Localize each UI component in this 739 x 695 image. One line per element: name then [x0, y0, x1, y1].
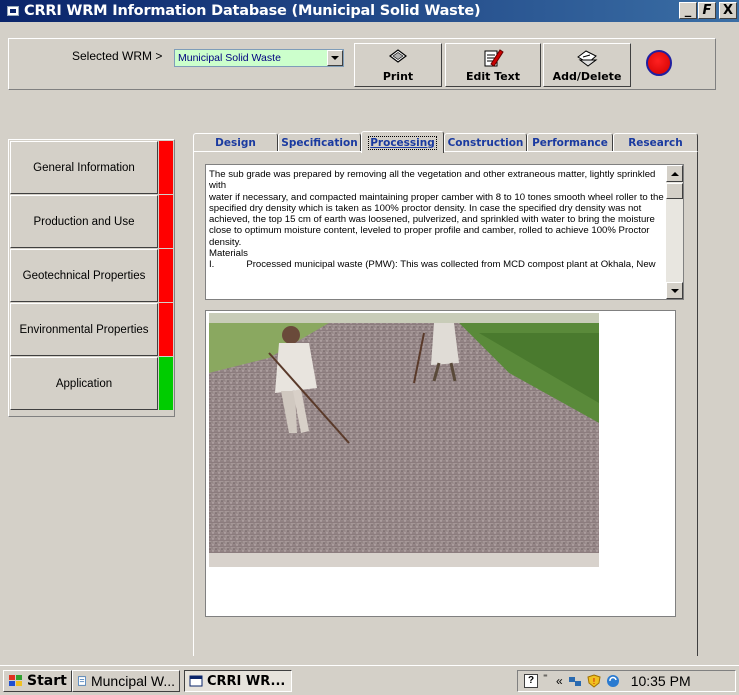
processing-text-area[interactable]: The sub grade was prepared by removing a…: [205, 164, 684, 300]
window-title-bar[interactable]: CRRI WRM Information Database (Municipal…: [0, 0, 739, 22]
tray-expand-icon[interactable]: «: [556, 674, 563, 688]
road-construction-photo: [209, 313, 599, 567]
print-button[interactable]: Print: [354, 43, 442, 87]
taskbar-item-municipal[interactable]: Muncipal W...: [72, 670, 180, 692]
status-indicator: [159, 303, 173, 356]
tab-label: Processing: [368, 135, 437, 150]
sidebar-item-production-and-use[interactable]: Production and Use: [10, 195, 174, 248]
processing-text: The sub grade was prepared by removing a…: [209, 169, 664, 271]
add-delete-icon: [577, 50, 598, 67]
edit-icon: [484, 49, 504, 67]
record-status-button[interactable]: [646, 50, 672, 76]
help-icon[interactable]: ?: [524, 674, 538, 688]
edit-text-button[interactable]: Edit Text: [445, 43, 541, 87]
add-delete-button[interactable]: Add/Delete: [543, 43, 631, 87]
tab-label: Research: [628, 136, 683, 149]
edit-text-label: Edit Text: [465, 70, 521, 83]
taskbar-item-label: Muncipal W...: [90, 673, 175, 689]
scroll-up-icon[interactable]: [666, 165, 683, 182]
sidebar-item-environmental-properties[interactable]: Environmental Properties: [10, 303, 174, 356]
wrm-select-value: Municipal Solid Waste: [178, 52, 281, 64]
svg-text:!: !: [592, 677, 595, 686]
sidebar-item-application[interactable]: Application: [10, 357, 174, 410]
clock: 10:35 PM: [630, 673, 691, 689]
chevron-down-icon[interactable]: [327, 50, 343, 66]
sync-icon[interactable]: [606, 674, 620, 688]
add-delete-label: Add/Delete: [552, 70, 622, 83]
window-title: CRRI WRM Information Database (Municipal…: [24, 3, 481, 19]
sidebar-item-label[interactable]: Geotechnical Properties: [10, 249, 158, 302]
status-indicator: [159, 249, 173, 302]
windows-logo-icon: [9, 675, 22, 686]
system-tray: ? ⁼ « ! 10:35 PM: [517, 670, 736, 692]
tab-specification[interactable]: Specification: [278, 133, 361, 151]
tab-strip: Design Specification Processing Construc…: [193, 131, 698, 153]
toolbar: Selected WRM > Municipal Solid Waste Pri…: [8, 38, 716, 90]
status-indicator: [159, 357, 173, 410]
taskbar-item-label: CRRI WR...: [207, 673, 286, 689]
sidebar: General Information Production and Use G…: [8, 139, 175, 417]
tab-research[interactable]: Research: [613, 133, 698, 151]
taskbar-item-crri[interactable]: CRRI WR...: [184, 670, 292, 692]
sidebar-item-general-information[interactable]: General Information: [10, 141, 174, 194]
print-icon: [389, 49, 407, 63]
close-button[interactable]: X: [719, 2, 737, 19]
minimize-button[interactable]: _: [679, 2, 697, 19]
shield-icon[interactable]: !: [587, 674, 601, 688]
network-icon[interactable]: [568, 674, 582, 688]
image-frame: [205, 310, 676, 617]
status-indicator: [159, 141, 173, 194]
start-button[interactable]: Start: [3, 670, 72, 692]
tray-options-icon[interactable]: ⁼: [543, 673, 551, 688]
app-icon: [7, 6, 19, 16]
print-label: Print: [382, 70, 414, 83]
scroll-down-icon[interactable]: [666, 282, 683, 299]
status-indicator: [159, 195, 173, 248]
tab-design[interactable]: Design: [193, 133, 278, 151]
scroll-thumb[interactable]: [666, 183, 683, 199]
selected-wrm-label: Selected WRM >: [72, 49, 163, 63]
sidebar-item-geotechnical-properties[interactable]: Geotechnical Properties: [10, 249, 174, 302]
taskbar: Start Muncipal W... CRRI WR... ? ⁼ « ! 1…: [0, 665, 739, 695]
window-controls: _ F X: [679, 2, 737, 19]
tab-label: Performance: [532, 136, 608, 149]
tab-construction[interactable]: Construction: [444, 133, 527, 151]
tab-performance[interactable]: Performance: [527, 133, 613, 151]
sidebar-item-label[interactable]: Environmental Properties: [10, 303, 158, 356]
start-label: Start: [27, 673, 67, 689]
wrm-select[interactable]: Municipal Solid Waste: [174, 49, 344, 67]
tab-label: Construction: [447, 136, 524, 149]
vertical-scrollbar[interactable]: [666, 165, 683, 299]
sidebar-item-label[interactable]: Production and Use: [10, 195, 158, 248]
document-icon: [78, 676, 86, 686]
tab-label: Design: [215, 136, 256, 149]
tab-processing[interactable]: Processing: [361, 131, 444, 153]
sidebar-item-label[interactable]: General Information: [10, 141, 158, 194]
maximize-button[interactable]: F: [698, 2, 716, 19]
sidebar-item-label[interactable]: Application: [10, 357, 158, 410]
tab-label: Specification: [281, 136, 358, 149]
app-window-icon: [189, 675, 203, 687]
